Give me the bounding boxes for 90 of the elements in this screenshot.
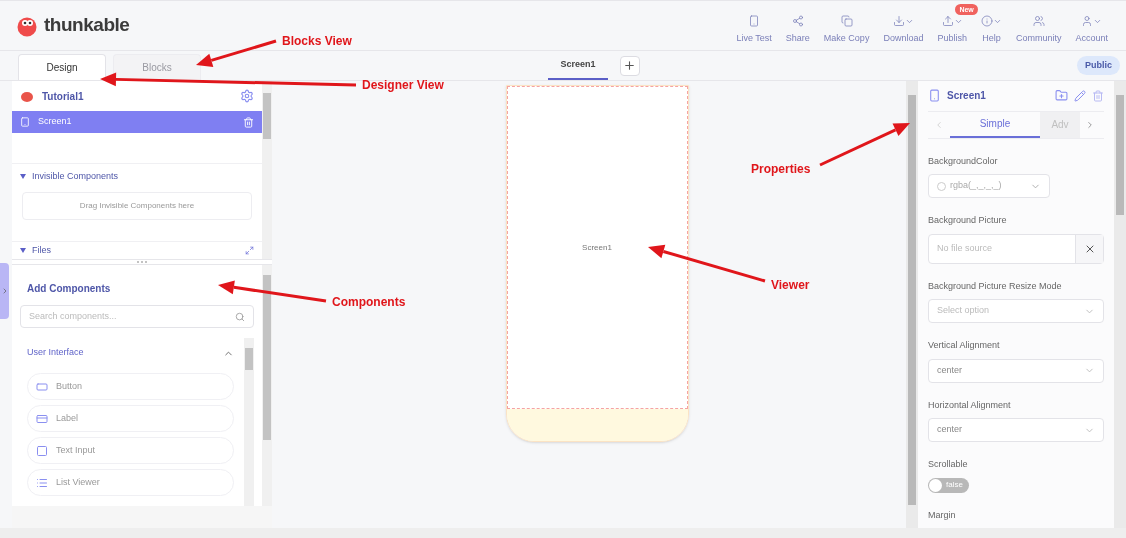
screen-row[interactable]: Screen1 [12,111,262,133]
share-icon [791,15,804,28]
copy-icon [840,15,853,28]
scrollbar-thumb[interactable] [263,93,271,139]
color-value: rgba(_,_,_,_) [950,179,1002,193]
logo-text: thunkable [44,13,130,38]
field-label: Scrollable [928,458,969,471]
annotation-label: Designer View [362,77,444,94]
file-source-input[interactable]: No file source [929,234,1075,263]
select-placeholder: Select option [937,304,990,318]
add-screen-button[interactable] [619,55,640,76]
scrollbar-thumb[interactable] [1116,95,1124,215]
scrollbar[interactable] [262,81,272,259]
trash-icon[interactable] [1092,89,1104,102]
field-label: Horizontal Alignment [928,398,1012,412]
field-label: Background Picture [928,214,1008,227]
select-dropdown[interactable]: center [928,418,1104,442]
select-dropdown[interactable]: center [928,358,1104,383]
section-title: Invisible Components [32,170,119,183]
select-value: center [937,363,962,377]
toolbar-button[interactable]: Help [978,13,1004,46]
select-value: center [937,423,962,437]
select-dropdown[interactable]: Select option [928,299,1104,323]
text-input-icon [36,444,48,457]
search-field[interactable]: Search components... [20,305,254,328]
category-title: User Interface [27,346,84,360]
toggle-switch[interactable]: false [928,477,969,493]
chevron-left-icon [934,119,944,130]
phone-icon [748,15,761,28]
search-icon [235,311,245,322]
annotation-label: Blocks View [282,33,352,50]
list-icon [36,476,48,489]
settings-icon[interactable] [240,89,254,103]
collapse-handle[interactable] [0,263,9,319]
pencil-icon[interactable] [1074,89,1086,102]
scrollbar-thumb[interactable] [245,348,253,370]
view-tab[interactable]: Blocks [113,54,201,80]
caret-icon[interactable] [20,248,26,253]
screen-label: Screen1 [582,241,612,254]
upload-icon [941,15,954,28]
button-shape-icon [36,380,48,393]
section-title: Files [32,243,51,257]
trash-icon[interactable] [243,116,254,128]
project-name: Tutorial1 [42,89,84,104]
phone-icon [20,117,30,127]
info-icon [980,15,993,28]
resize-handle-icon[interactable] [137,261,147,263]
scrollbar[interactable] [1114,81,1126,528]
expand-icon[interactable] [245,246,254,255]
toolbar-button[interactable]: Account [1073,13,1110,46]
scrollbar[interactable] [262,265,272,506]
toolbar-button[interactable]: Make Copy [821,13,872,46]
download-icon [892,15,905,28]
plus-icon [623,59,636,72]
caret-icon[interactable] [20,174,26,180]
field-label: Vertical Alignment [928,339,1001,352]
toolbar-button[interactable]: Live Test [734,13,774,46]
toggle-value: false [946,479,963,491]
file-source-field[interactable]: No file source [928,233,1104,264]
clear-button[interactable] [1075,234,1103,263]
scrollbar[interactable] [906,81,918,528]
field-label: BackgroundColor [928,154,999,168]
component-item[interactable]: Label [27,405,234,432]
toolbar-button[interactable]: Download [881,13,926,46]
user-icon [1081,15,1094,28]
public-badge: Public [1077,55,1120,76]
toolbar-button[interactable]: Community [1013,13,1064,46]
scrollbar-thumb[interactable] [263,275,271,440]
scrollbar[interactable] [244,338,254,506]
component-title: Screen1 [947,89,986,104]
field-label: Margin [928,508,957,522]
search-input[interactable]: Search components... [29,309,235,324]
phone-icon [928,89,941,103]
toolbar-button[interactable]: Publish [935,13,969,46]
view-tab[interactable]: Design [18,54,106,80]
screen-tab[interactable]: Screen1 [548,51,608,80]
project-icon [20,90,34,102]
label-shape-icon [36,412,48,425]
annotation-label: Components [332,294,406,311]
chevron-right-icon [1085,119,1095,130]
scrollbar-thumb[interactable] [908,95,916,505]
section-heading: Add Components [27,282,112,296]
color-picker[interactable]: rgba(_,_,_,_) [928,174,1050,198]
drop-zone: Drag Invisible Components here [22,191,252,220]
folder-plus-icon[interactable] [1055,89,1068,103]
annotation-label: Properties [751,161,811,178]
field-label: Background Picture Resize Mode [928,279,1063,293]
toolbar-button[interactable]: Share [783,13,812,46]
people-icon [1032,15,1045,28]
annotation-label: Viewer [771,277,810,294]
